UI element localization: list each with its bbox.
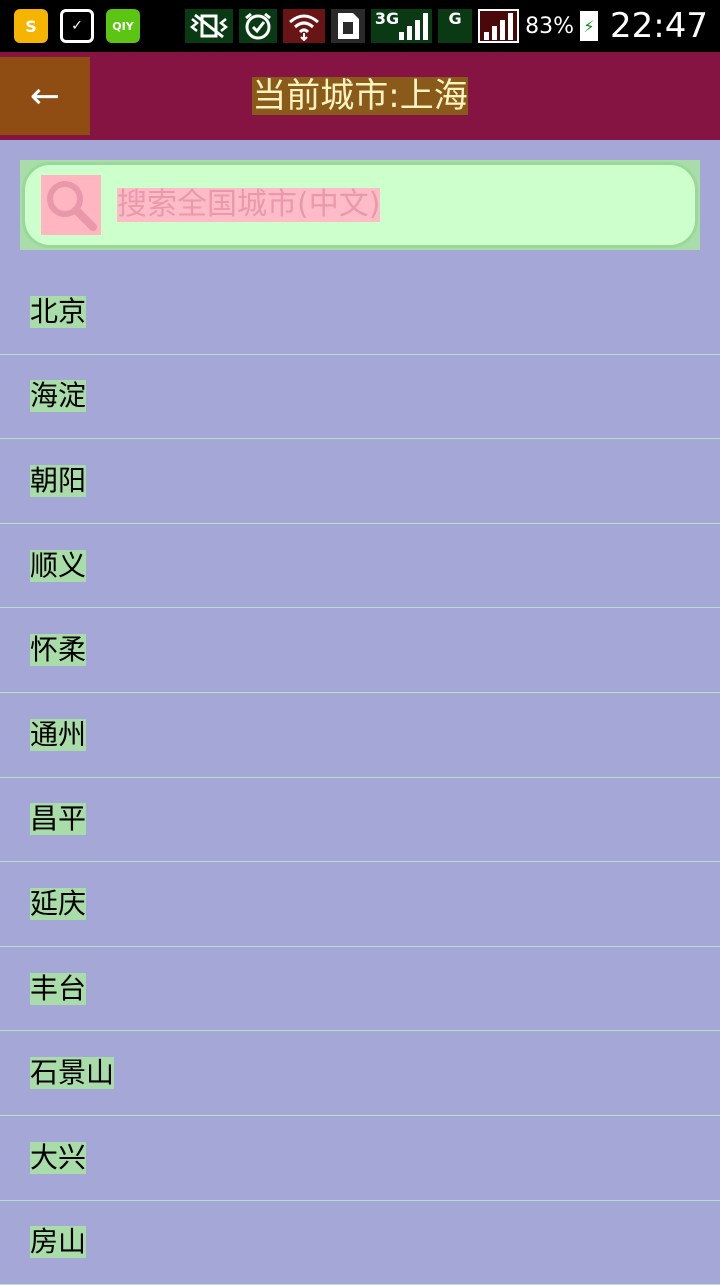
notification-app-icon: ✓ [60,9,94,43]
signal-bars-icon [399,12,429,40]
city-label: 石景山 [30,1056,115,1090]
system-icons: 3G G 83% ⚡ 22:47 [184,4,708,48]
city-label: 房山 [30,1225,87,1259]
city-item-fengtai[interactable]: 丰台 [0,947,720,1032]
wifi-icon [282,9,325,43]
city-label: 朝阳 [30,463,87,497]
back-arrow-icon: ← [29,75,61,117]
vibrate-icon [184,9,233,43]
alarm-icon [238,9,277,43]
status-bar: S ✓ QIY 3G G 83% ⚡ 22:47 [0,0,720,52]
city-item-tongzhou[interactable]: 通州 [0,693,720,778]
network-g-label: G [448,9,462,28]
sogou-app-icon: S [14,9,48,43]
city-item-chaoyang[interactable]: 朝阳 [0,439,720,524]
city-label: 海淀 [30,379,87,413]
city-item-shunyi[interactable]: 顺义 [0,524,720,609]
network-g-indicator: G [438,9,473,43]
iqiyi-app-icon: QIY [106,9,140,43]
city-list: 北京 海淀 朝阳 顺义 怀柔 通州 昌平 延庆 丰台 石景山 大兴 房山 [0,270,720,1285]
search-placeholder: 搜索全国城市(中文) [117,187,381,222]
back-button[interactable]: ← [0,57,90,135]
city-item-daxing[interactable]: 大兴 [0,1116,720,1201]
city-label: 大兴 [30,1140,87,1174]
network-3g-label: 3G [374,9,400,28]
search-icon [41,175,101,235]
sim-card-icon [330,9,365,43]
signal-3g-indicator: 3G [370,9,433,43]
notification-icons: S ✓ QIY [14,8,140,44]
page-title: 当前城市:上海 [252,76,468,116]
city-item-shijingshan[interactable]: 石景山 [0,1031,720,1116]
search-container: 搜索全国城市(中文) [20,160,700,250]
search-input[interactable]: 搜索全国城市(中文) [22,162,698,248]
city-item-beijing[interactable]: 北京 [0,270,720,355]
city-item-huairou[interactable]: 怀柔 [0,608,720,693]
clock: 22:47 [610,6,708,46]
city-item-yanqing[interactable]: 延庆 [0,862,720,947]
city-label: 通州 [30,717,87,751]
city-item-haidian[interactable]: 海淀 [0,355,720,440]
city-item-changping[interactable]: 昌平 [0,778,720,863]
city-label: 丰台 [30,971,87,1005]
title-bar: 当前城市:上海 ← [0,52,720,140]
signal-strength-icon [478,9,520,43]
page-title-container: 当前城市:上海 [0,52,720,140]
city-item-fangshan[interactable]: 房山 [0,1201,720,1285]
city-label: 北京 [30,294,87,328]
city-label: 延庆 [30,886,87,920]
city-label: 昌平 [30,802,87,836]
city-label: 顺义 [30,548,87,582]
city-label: 怀柔 [30,633,87,667]
battery-percent: 83% [525,13,575,39]
battery-charging-icon: ⚡ [580,11,599,41]
